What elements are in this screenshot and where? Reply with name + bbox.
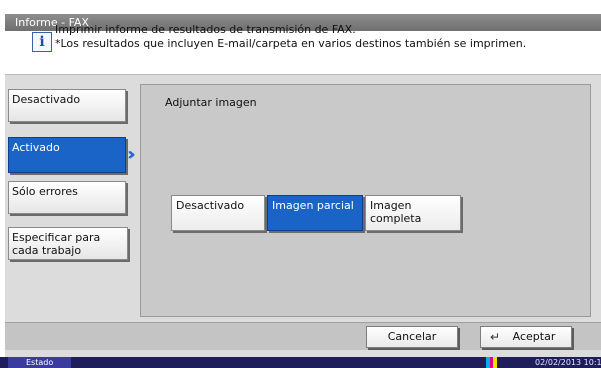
sidebar-item-label: Sólo errores xyxy=(12,185,78,198)
sidebar-item-desactivado[interactable]: Desactivado xyxy=(8,89,126,122)
option-imagen-completa-button[interactable]: Imagen completa xyxy=(365,195,461,231)
message-line-2: *Los resultados que incluyen E-mail/carp… xyxy=(55,37,527,50)
enter-icon: ↵ xyxy=(490,330,501,344)
status-bar xyxy=(0,357,601,368)
sidebar-item-label: Desactivado xyxy=(12,93,81,106)
toner-indicator-icon xyxy=(486,357,500,368)
cancel-label: Cancelar xyxy=(387,330,437,343)
info-icon: i xyxy=(32,32,52,52)
sidebar-item-label: Especificar para cada trabajo xyxy=(12,231,101,257)
status-datetime: 02/02/2013 10:10 xyxy=(535,358,601,367)
sidebar-item-solo-errores[interactable]: Sólo errores xyxy=(8,181,126,214)
sidebar-item-activado[interactable]: Activado xyxy=(8,137,126,173)
accept-label: Aceptar xyxy=(512,330,556,343)
option-label: Imagen parcial xyxy=(272,199,354,212)
status-button[interactable]: Estado xyxy=(8,357,72,368)
option-desactivado-button[interactable]: Desactivado xyxy=(171,195,265,231)
cancel-button[interactable]: Cancelar xyxy=(366,326,458,348)
sidebar-item-label: Activado xyxy=(12,141,60,154)
option-imagen-parcial-button[interactable]: Imagen parcial xyxy=(267,195,363,231)
panel-title: Adjuntar imagen xyxy=(165,96,257,109)
sidebar-item-especificar[interactable]: Especificar para cada trabajo xyxy=(8,227,128,260)
option-label: Imagen completa xyxy=(370,199,422,225)
message-line-1: Imprimir informe de resultados de transm… xyxy=(55,23,356,36)
option-label: Desactivado xyxy=(176,199,245,212)
